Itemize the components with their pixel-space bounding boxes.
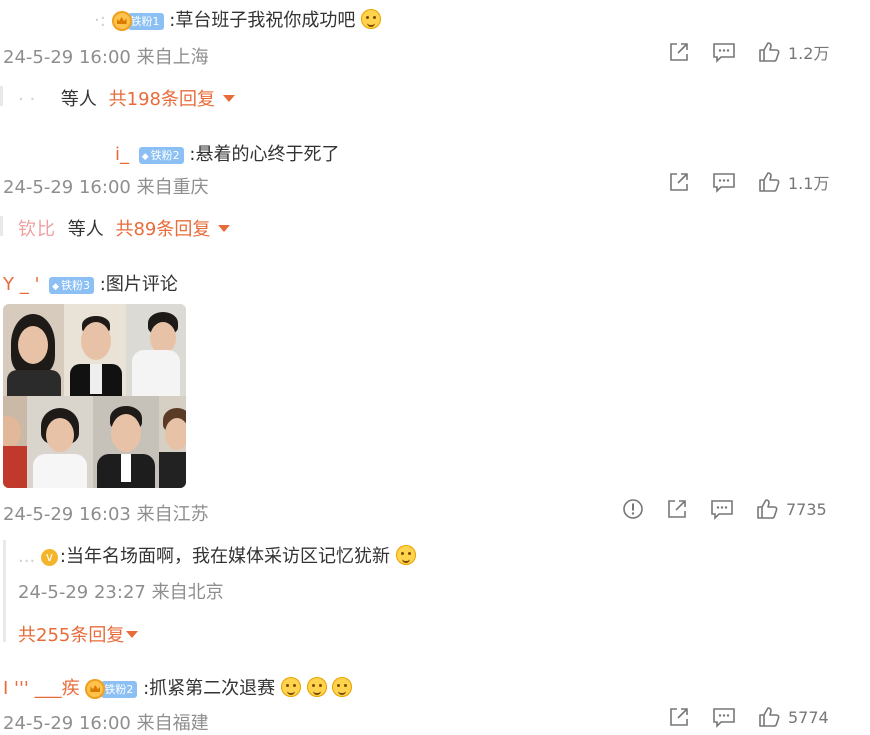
like-count: 7735: [786, 499, 827, 519]
comment-2-meta: 24-5-29 16:00 来自重庆: [3, 173, 209, 199]
comment-button[interactable]: [712, 706, 736, 728]
diamond-icon: ◆: [52, 281, 60, 292]
like-count: 1.2万: [788, 44, 830, 63]
comment-3-meta: 24-5-29 16:03 来自江苏: [3, 500, 209, 526]
reply-divider: [0, 86, 3, 106]
photo-tile: [3, 396, 27, 488]
comment-2-user[interactable]: i_ ◆ 铁粉2 :悬着的心终于死了: [115, 140, 339, 166]
like-button[interactable]: 5774: [758, 706, 829, 728]
caret-down-icon: [218, 225, 231, 232]
location: 来自重庆: [136, 177, 209, 198]
location: 来自北京: [151, 582, 224, 603]
like-count: 5774: [788, 707, 829, 727]
crown-icon: [111, 11, 132, 31]
share-button[interactable]: [668, 41, 690, 63]
thumbs-up-icon: [759, 42, 780, 62]
share-icon: [668, 500, 686, 518]
emoji-icon: [361, 9, 382, 29]
photo-tile: [27, 396, 93, 488]
comment-button[interactable]: [710, 498, 734, 520]
comment-text: :图片评论: [99, 274, 178, 295]
thumbs-up-icon: [757, 499, 778, 519]
thumbs-up-icon: [759, 707, 780, 727]
timestamp: 24-5-29 23:27: [18, 582, 146, 603]
nested-reply-more[interactable]: 共255条回复: [18, 621, 139, 647]
nested-reply-meta: 24-5-29 23:27 来自北京: [18, 578, 224, 604]
photo-tile: [126, 304, 186, 396]
timestamp: 24-5-29 16:00: [3, 713, 131, 734]
comment-3-actions: 7735: [600, 498, 827, 520]
comment-4-user[interactable]: I ''' ___疾 铁粉2 :抓紧第二次退赛: [3, 674, 353, 700]
report-icon: [623, 499, 643, 519]
comment-icon: [713, 708, 735, 728]
comment-icon: [711, 500, 733, 520]
nested-reply-divider: [3, 540, 6, 642]
share-button[interactable]: [668, 706, 690, 728]
comment-1-user[interactable]: ·: 铁粉1 :草台班子我祝你成功吧: [94, 6, 382, 32]
photo-tile: [93, 396, 159, 488]
more-replies-link[interactable]: 共89条回复: [115, 219, 210, 240]
timestamp: 24-5-29 16:00: [3, 47, 131, 68]
caret-down-icon: [126, 631, 139, 638]
share-icon: [670, 708, 688, 726]
more-replies-link[interactable]: 共255条回复: [18, 625, 124, 646]
like-count: 1.1万: [788, 174, 830, 193]
more-replies-link[interactable]: 共198条回复: [109, 89, 215, 110]
comment-text: :抓紧第二次退赛: [143, 678, 276, 699]
comment-2-actions: 1.1万: [646, 170, 829, 194]
photo-tile: [64, 304, 126, 396]
emoji-icon: [332, 677, 353, 697]
emoji-icon: [306, 677, 327, 697]
comment-icon: [713, 43, 735, 63]
location: 来自上海: [136, 47, 209, 68]
report-button[interactable]: [622, 498, 644, 520]
caret-down-icon: [223, 95, 235, 102]
like-button[interactable]: 7735: [756, 498, 827, 520]
comment-text: :草台班子我祝你成功吧: [169, 10, 356, 31]
emoji-icon: [280, 677, 301, 697]
fan-badge: ◆ 铁粉3: [49, 276, 95, 294]
like-button[interactable]: 1.1万: [758, 170, 829, 194]
fan-badge: 铁粉2: [85, 679, 138, 699]
share-button[interactable]: [668, 171, 690, 193]
timestamp: 24-5-29 16:00: [3, 177, 131, 198]
emoji-icon: [395, 545, 416, 565]
reply-divider: [0, 216, 3, 236]
comment-1-meta: 24-5-29 16:00 来自上海: [3, 43, 209, 69]
thumbs-up-icon: [759, 172, 780, 192]
comment-1-replies[interactable]: · · 等人 共198条回复: [18, 85, 235, 111]
comment-3-user[interactable]: Y _ ' ◆ 铁粉3 :图片评论: [3, 270, 178, 296]
nested-reply-text: :当年名场面啊，我在媒体采访区记忆犹新: [59, 546, 390, 567]
share-button[interactable]: [666, 498, 688, 520]
comment-icon: [713, 173, 735, 193]
verified-icon: v: [40, 549, 58, 566]
comment-image[interactable]: [3, 304, 186, 488]
fan-badge: ◆ 铁粉2: [138, 146, 184, 164]
location: 来自江苏: [136, 504, 209, 525]
diamond-icon: ◆: [141, 151, 149, 162]
photo-tile: [3, 304, 64, 396]
comment-4-actions: 5774: [646, 706, 829, 728]
comment-4-meta: 24-5-29 16:00 来自福建: [3, 709, 209, 735]
comment-2-replies[interactable]: 钦比 等人 共89条回复: [18, 215, 231, 241]
share-icon: [670, 173, 688, 191]
fan-badge: 铁粉1: [111, 11, 164, 31]
comment-button[interactable]: [712, 41, 736, 63]
like-button[interactable]: 1.2万: [758, 40, 829, 64]
comment-text: :悬着的心终于死了: [189, 144, 340, 165]
share-icon: [670, 43, 688, 61]
nested-reply-user[interactable]: ... v:当年名场面啊，我在媒体采访区记忆犹新: [18, 542, 416, 568]
timestamp: 24-5-29 16:03: [3, 504, 131, 525]
photo-tile: [159, 396, 186, 488]
comment-button[interactable]: [712, 171, 736, 193]
location: 来自福建: [136, 713, 209, 734]
comment-1-actions: 1.2万: [646, 40, 829, 64]
